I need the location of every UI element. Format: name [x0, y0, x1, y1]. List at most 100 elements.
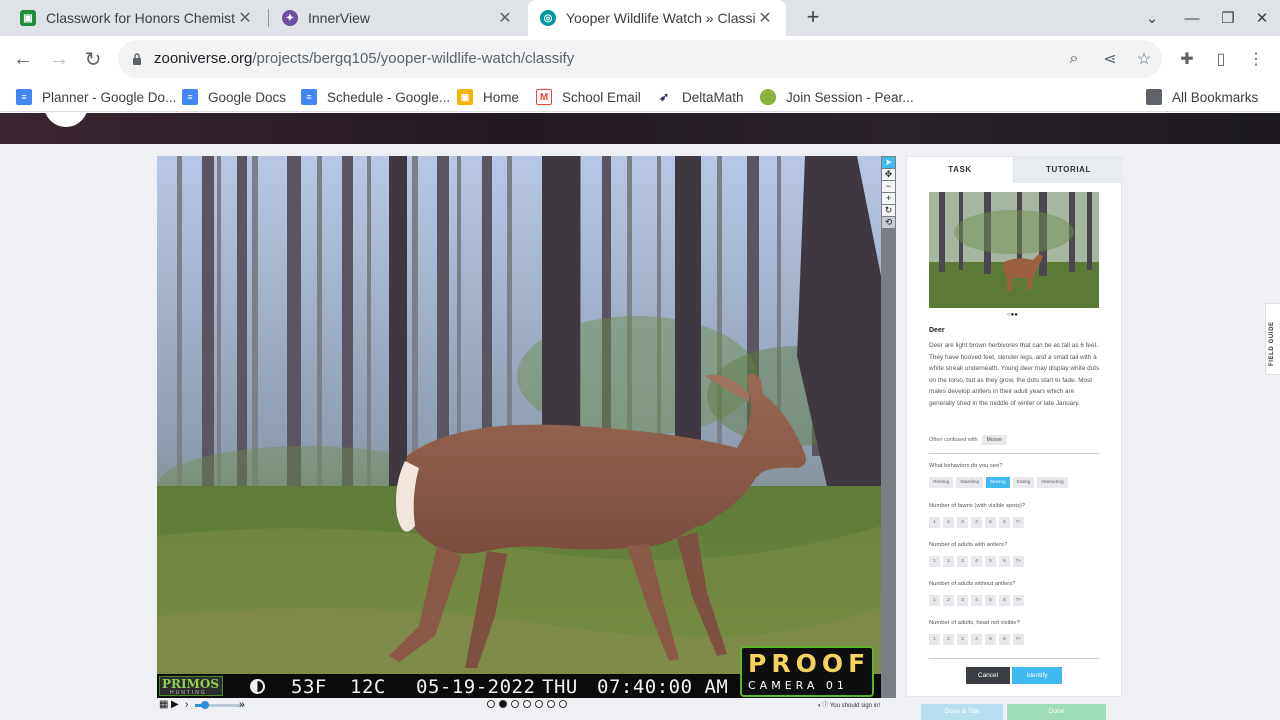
count-option[interactable]: 4	[971, 556, 982, 567]
count-option[interactable]: 1	[929, 634, 940, 645]
behavior-option-standing[interactable]: Standing	[956, 477, 984, 488]
count-option[interactable]: 1	[929, 595, 940, 606]
speed-down-icon[interactable]: ›	[185, 699, 188, 710]
frame-dot[interactable]	[559, 700, 567, 708]
count-option[interactable]: 1	[929, 517, 940, 528]
bookmark-home[interactable]: ▣ Home	[457, 87, 519, 107]
tab-yooper-wildlife[interactable]: ◎ Yooper Wildlife Watch » Classify ✕	[528, 0, 786, 36]
done-button[interactable]: Done	[1007, 704, 1106, 720]
speed-knob[interactable]	[201, 701, 209, 709]
count-option[interactable]: 5	[985, 517, 996, 528]
count-option[interactable]: 7+	[1013, 556, 1024, 567]
minimize-icon[interactable]: —	[1174, 0, 1210, 36]
reset-icon[interactable]: ⟲	[882, 217, 895, 228]
close-icon[interactable]: ✕	[756, 8, 774, 28]
count-option[interactable]: 7+	[1013, 634, 1024, 645]
all-bookmarks[interactable]: All Bookmarks	[1146, 87, 1258, 107]
address-bar[interactable]: zooniverse.org/projects/bergq105/yooper-…	[118, 40, 1162, 78]
count-option[interactable]: 2	[943, 595, 954, 606]
frame-dot[interactable]	[511, 700, 519, 708]
bookmark-deltamath[interactable]: ➶ DeltaMath	[656, 87, 744, 107]
restore-icon[interactable]: ❐	[1210, 0, 1246, 36]
count-option[interactable]: 2	[943, 517, 954, 528]
tab-innerview[interactable]: ✦ InnerView ✕	[270, 0, 526, 36]
chevron-down-icon[interactable]: ⌄	[1134, 0, 1170, 36]
signin-notice[interactable]: ◑ ⓘ You should sign in!	[817, 700, 880, 709]
count-option[interactable]: 3	[957, 517, 968, 528]
count-option[interactable]: 3	[957, 634, 968, 645]
field-guide-tab[interactable]: FIELD GUIDE	[1265, 303, 1280, 375]
play-icon[interactable]: ▶	[171, 699, 179, 710]
speed-up-icon[interactable]: »	[239, 699, 245, 710]
browser-tab-strip: ▣ Classwork for Honors Chemistry ✕ ✦ Inn…	[0, 0, 1280, 36]
frame-dot[interactable]	[535, 700, 543, 708]
frame-dot[interactable]	[499, 700, 507, 708]
behavior-option-eating[interactable]: Eating	[1012, 477, 1035, 488]
identify-button[interactable]: Identify	[1012, 667, 1062, 684]
done-and-talk-button[interactable]: Done & Talk	[921, 704, 1003, 720]
deltamath-icon: ➶	[656, 89, 672, 105]
count-option[interactable]: 6	[999, 634, 1010, 645]
count-option[interactable]: 3	[957, 556, 968, 567]
bookmark-planner[interactable]: ≡ Planner - Google Do...	[16, 87, 176, 107]
zoom-out-icon[interactable]: −	[882, 181, 895, 192]
zoom-icon[interactable]: ⌕	[1064, 49, 1084, 69]
count-option[interactable]: 3	[957, 595, 968, 606]
pointer-tool-icon[interactable]: ➤	[882, 157, 895, 168]
count-option[interactable]: 4	[971, 517, 982, 528]
bookmark-school-email[interactable]: M School Email	[536, 87, 641, 107]
tab-task[interactable]: TASK	[907, 157, 1013, 183]
frame-dot[interactable]	[487, 700, 495, 708]
bookmark-star-icon[interactable]: ☆	[1134, 49, 1154, 69]
grid-icon[interactable]: ▦	[159, 699, 168, 710]
frame-dot[interactable]	[547, 700, 555, 708]
image-carousel-dots[interactable]: ○●●	[1007, 312, 1018, 318]
cancel-button[interactable]: Cancel	[966, 667, 1010, 684]
count-option[interactable]: 2	[943, 634, 954, 645]
pan-tool-icon[interactable]: ✥	[882, 169, 895, 180]
speed-slider[interactable]	[195, 701, 245, 709]
bookmark-google-docs[interactable]: ≡ Google Docs	[182, 87, 286, 107]
url-domain: zooniverse.org	[154, 50, 253, 67]
back-icon[interactable]: ←	[8, 44, 38, 74]
count-option[interactable]: 6	[999, 517, 1010, 528]
count-option[interactable]: 5	[985, 595, 996, 606]
count-option[interactable]: 7+	[1013, 517, 1024, 528]
species-example-image[interactable]	[929, 192, 1099, 308]
project-avatar[interactable]	[44, 113, 88, 127]
forward-icon[interactable]: →	[44, 44, 74, 74]
side-panel-icon[interactable]: ▯	[1210, 48, 1232, 70]
close-icon[interactable]: ✕	[496, 8, 514, 28]
count-option[interactable]: 6	[999, 556, 1010, 567]
confused-moose-button[interactable]: Moose	[981, 435, 1007, 445]
behavior-option-resting[interactable]: Resting	[929, 477, 954, 488]
count-option[interactable]: 5	[985, 634, 996, 645]
count-option[interactable]: 4	[971, 595, 982, 606]
bookmark-pear[interactable]: Join Session - Pear...	[760, 87, 914, 107]
bookmark-schedule[interactable]: ≡ Schedule - Google...	[301, 87, 450, 107]
reload-icon[interactable]: ↻	[78, 44, 108, 74]
count-option[interactable]: 6	[999, 595, 1010, 606]
subject-image[interactable]	[157, 156, 881, 674]
count-option[interactable]: 4	[971, 634, 982, 645]
count-option[interactable]: 1	[929, 556, 940, 567]
window-close-icon[interactable]: ✕	[1244, 0, 1280, 36]
bookmark-label: DeltaMath	[682, 89, 744, 105]
count-option[interactable]: 5	[985, 556, 996, 567]
extensions-icon[interactable]: ✚	[1176, 48, 1198, 70]
menu-icon[interactable]: ⋮	[1245, 48, 1267, 70]
url-text[interactable]: zooniverse.org/projects/bergq105/yooper-…	[154, 50, 574, 67]
count-option[interactable]: 2	[943, 556, 954, 567]
share-icon[interactable]: ⋖	[1100, 49, 1120, 69]
google-docs-icon: ≡	[16, 89, 32, 105]
zoom-in-icon[interactable]: +	[882, 193, 895, 204]
behavior-option-interacting[interactable]: Interacting	[1037, 477, 1068, 488]
tab-tutorial[interactable]: TUTORIAL	[1013, 157, 1123, 183]
close-icon[interactable]: ✕	[236, 8, 254, 28]
tab-classwork[interactable]: ▣ Classwork for Honors Chemistry ✕	[8, 0, 266, 36]
behavior-option-moving[interactable]: Moving	[986, 477, 1010, 488]
count-option[interactable]: 7+	[1013, 595, 1024, 606]
new-tab-icon[interactable]: +	[800, 5, 826, 31]
frame-dot[interactable]	[523, 700, 531, 708]
rotate-icon[interactable]: ↻	[882, 205, 895, 216]
